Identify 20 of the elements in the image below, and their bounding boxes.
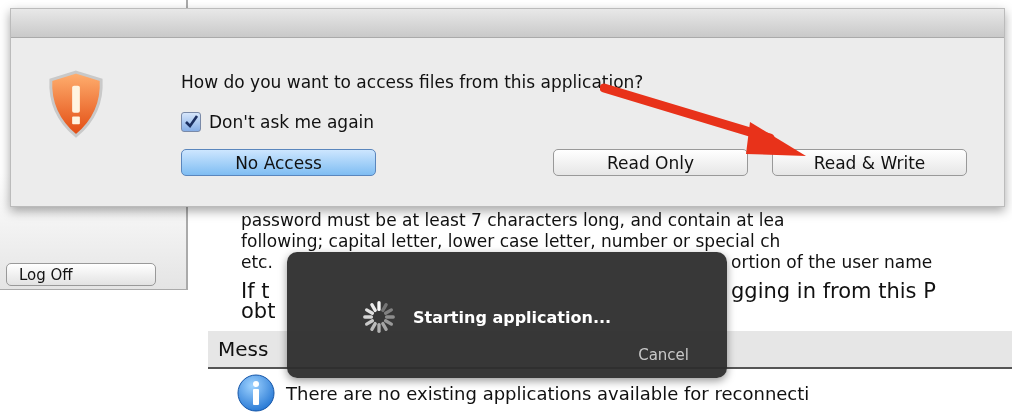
- dialog-button[interactable]: Read & Write: [772, 149, 967, 176]
- warning-shield-icon: [47, 70, 105, 138]
- notice-text: If t: [241, 281, 270, 301]
- spinner-icon: [360, 298, 398, 336]
- dialog-button[interactable]: Read Only: [553, 149, 748, 176]
- notice-text: obt: [241, 301, 276, 321]
- paragraph-text: etc.: [241, 252, 273, 273]
- dialog-button[interactable]: No Access: [181, 149, 376, 176]
- cancel-button[interactable]: Cancel: [638, 346, 689, 364]
- paragraph-text: following; capital letter, lower case letter, number or special ch: [241, 231, 781, 252]
- paragraph-text: ortion of the user name: [731, 252, 933, 273]
- progress-message: Starting application...: [413, 307, 612, 327]
- dialog-question: How do you want to access files from this application?: [181, 72, 645, 92]
- checkbox-label: Don't ask me again: [209, 112, 375, 132]
- notice-text: gging in from this P: [731, 281, 936, 301]
- paragraph-text: password must be at least 7 characters long, and contain at lea: [241, 210, 785, 231]
- message-text: There are no existing applications available for reconnecti: [286, 382, 810, 404]
- checkbox[interactable]: [181, 112, 201, 132]
- section-title: Mess: [218, 337, 269, 361]
- log-off-button[interactable]: Log Off: [6, 263, 156, 286]
